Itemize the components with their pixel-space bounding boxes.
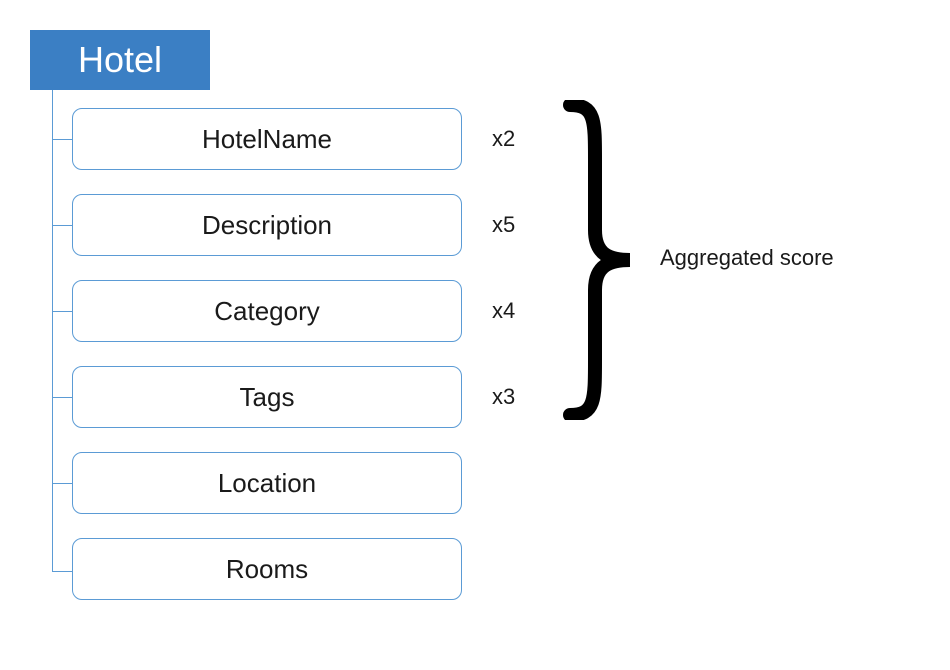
tree-branch-line — [52, 225, 72, 226]
root-entity-box: Hotel — [30, 30, 210, 90]
weight-label: x5 — [492, 212, 515, 238]
tree-branch-line — [52, 397, 72, 398]
field-label: Location — [218, 468, 316, 499]
tree-trunk-line — [52, 90, 53, 572]
curly-brace-icon — [560, 100, 640, 420]
field-label: HotelName — [202, 124, 332, 155]
tree-branch-line — [52, 571, 72, 572]
tree-branch-line — [52, 311, 72, 312]
field-box-category: Category — [72, 280, 462, 342]
field-label: Category — [214, 296, 320, 327]
field-box-rooms: Rooms — [72, 538, 462, 600]
tree-branch-line — [52, 483, 72, 484]
aggregated-score-label: Aggregated score — [660, 245, 834, 271]
weight-label: x2 — [492, 126, 515, 152]
field-box-hotelname: HotelName — [72, 108, 462, 170]
field-box-tags: Tags — [72, 366, 462, 428]
field-label: Rooms — [226, 554, 308, 585]
field-label: Tags — [240, 382, 295, 413]
root-entity-label: Hotel — [78, 39, 162, 81]
field-box-location: Location — [72, 452, 462, 514]
field-label: Description — [202, 210, 332, 241]
tree-branch-line — [52, 139, 72, 140]
weight-label: x4 — [492, 298, 515, 324]
weight-label: x3 — [492, 384, 515, 410]
field-box-description: Description — [72, 194, 462, 256]
